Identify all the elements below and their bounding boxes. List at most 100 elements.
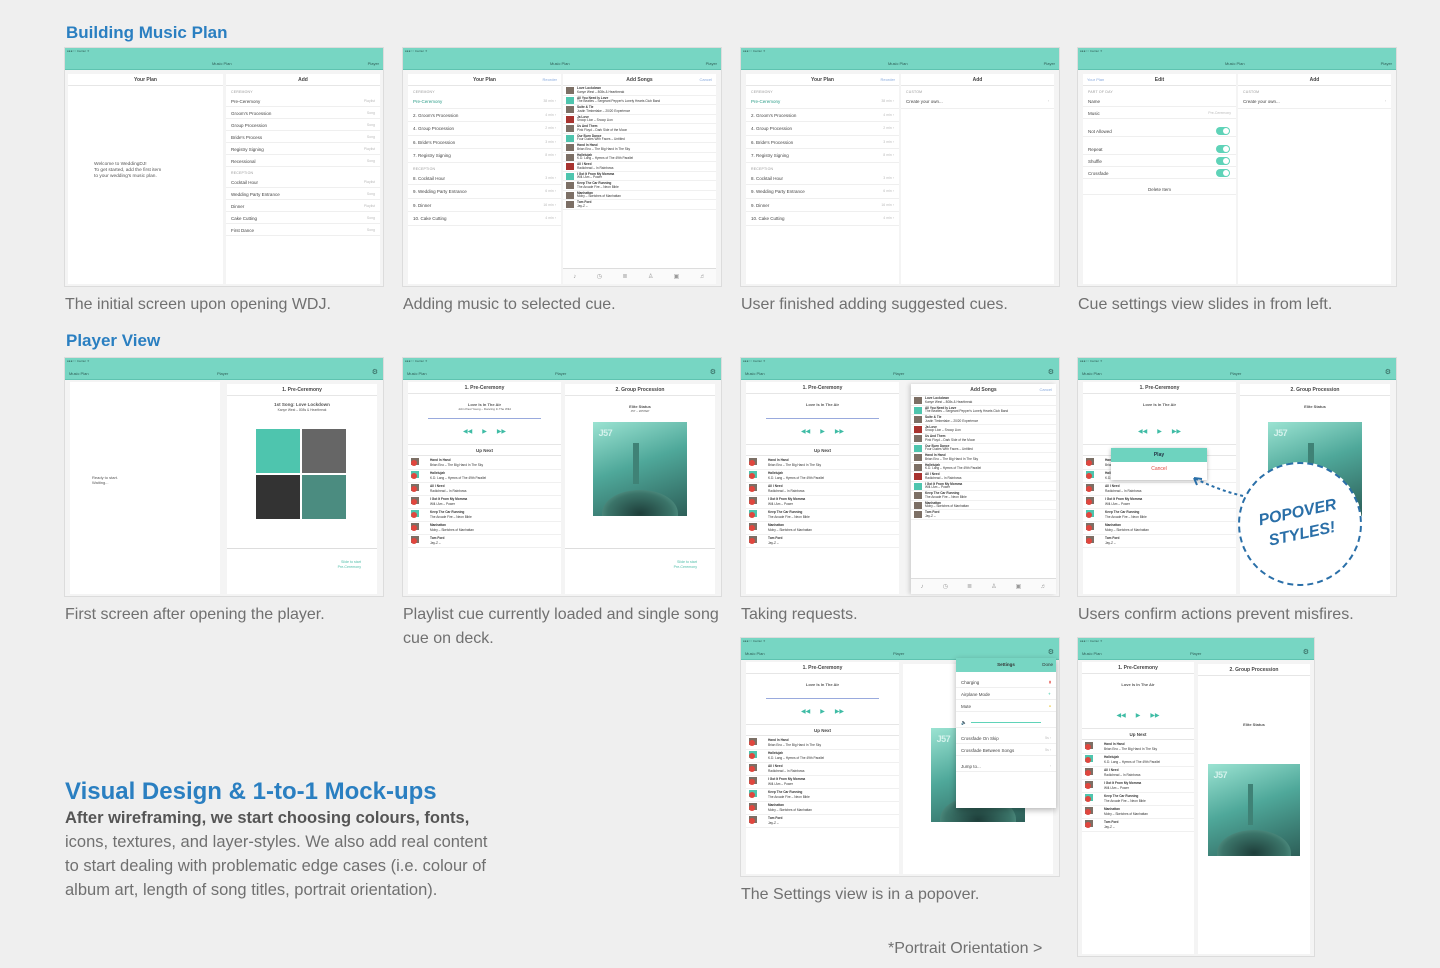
remove-icon[interactable] bbox=[749, 512, 755, 518]
queue-row[interactable]: Hand In HandBrian Eno – The Big Hand In … bbox=[1082, 741, 1194, 754]
create-custom-row[interactable]: Create your own... › bbox=[901, 95, 1054, 109]
queue-row[interactable]: Manhattan Moby – Sketches of Manhattan bbox=[746, 802, 899, 815]
queue-row[interactable]: HallelujahK.D. Lang – Hymns of The 49th … bbox=[1082, 754, 1194, 767]
portrait-link[interactable]: *Portrait Orientation > bbox=[888, 937, 1042, 961]
song-row[interactable]: Manhattan Moby – Sketches of Manhattan bbox=[911, 501, 1056, 510]
song-row[interactable]: All I Need Radiohead – In Rainbows bbox=[911, 472, 1056, 482]
song-row[interactable]: Tom Ford Jay-Z – bbox=[911, 510, 1056, 520]
cue-row[interactable]: 7. Registry Signing 8 min › bbox=[746, 149, 899, 163]
toggle[interactable] bbox=[1216, 169, 1230, 177]
cue-row[interactable]: 7. Registry Signing 8 min › bbox=[408, 149, 561, 163]
cue-row[interactable]: 2. Groom's Procession 4 min › bbox=[408, 109, 561, 122]
queue-row[interactable]: Tom Ford Jay-Z – bbox=[408, 535, 561, 548]
queue-row[interactable]: Hand In HandBrian Eno – The Big Hand In … bbox=[746, 457, 899, 470]
cue-row[interactable]: 9. Wedding Party Entrance 6 min › bbox=[746, 185, 899, 199]
add-item-row[interactable]: Cake Cutting Song bbox=[226, 212, 380, 224]
song-row[interactable]: Hallelujah K.D. Lang – Hymns of The 49th … bbox=[911, 463, 1056, 472]
queue-row[interactable]: Keep The Car Running The Arcade Fire – Ne… bbox=[746, 509, 899, 522]
toggle[interactable] bbox=[1216, 145, 1230, 153]
remove-icon[interactable] bbox=[411, 460, 417, 466]
remove-icon[interactable] bbox=[1086, 460, 1092, 466]
queue-row[interactable]: HallelujahK.D. Lang – Hymns of The 49th … bbox=[746, 750, 899, 763]
cue-row[interactable]: 6. Bride's Procession 3 min › bbox=[408, 136, 561, 149]
remove-icon[interactable] bbox=[1085, 770, 1091, 776]
volume-slider[interactable]: 🔈 bbox=[956, 716, 1056, 728]
remove-icon[interactable] bbox=[411, 486, 417, 492]
song-row[interactable]: I Got It From My Momma Will.i.Am – Power bbox=[563, 172, 716, 181]
song-row[interactable]: Ja Love Snoop Lion – Snoop Lion bbox=[911, 425, 1056, 434]
remove-icon[interactable] bbox=[1085, 757, 1091, 763]
queue-row[interactable]: HallelujahK.D. Lang – Hymns of The 49th … bbox=[746, 470, 899, 483]
song-row[interactable]: Tom Ford Jay-Z – bbox=[563, 200, 716, 210]
delete-button[interactable]: Delete Item bbox=[1083, 183, 1236, 195]
remove-icon[interactable] bbox=[749, 473, 755, 479]
add-item-row[interactable]: Wedding Party Entrance Song bbox=[226, 188, 380, 200]
play-button[interactable]: Play bbox=[1111, 448, 1207, 462]
remove-icon[interactable] bbox=[749, 818, 755, 824]
song-row[interactable]: Us And Them Pink Floyd – Dark Side of the… bbox=[911, 434, 1056, 444]
remove-icon[interactable] bbox=[749, 525, 755, 531]
toggle[interactable] bbox=[1216, 127, 1230, 135]
remove-icon[interactable] bbox=[749, 805, 755, 811]
add-item-row[interactable]: Recessional Song bbox=[226, 155, 380, 167]
song-tab-bar[interactable]: ♪ ◷ ≣ ♙ ▣ ♬ bbox=[563, 268, 716, 284]
song-row[interactable]: Keep The Car Running The Arcade Fire – Ne… bbox=[563, 181, 716, 191]
remove-icon[interactable] bbox=[749, 740, 755, 746]
cue-row[interactable]: 9. Wedding Party Entrance 6 min › bbox=[408, 185, 561, 199]
remove-icon[interactable] bbox=[411, 525, 417, 531]
add-item-row[interactable]: Group Procession Song bbox=[226, 119, 380, 131]
queue-row[interactable]: Hand In HandBrian Eno – The Big Hand In … bbox=[408, 457, 561, 470]
song-row[interactable]: Suite & Tie Justin Timberlake – 20/20 Exp… bbox=[563, 105, 716, 115]
queue-row[interactable]: Tom Ford Jay-Z – bbox=[746, 535, 899, 548]
remove-icon[interactable] bbox=[749, 792, 755, 798]
remove-icon[interactable] bbox=[749, 460, 755, 466]
queue-row[interactable]: Tom Ford Jay-Z – bbox=[1082, 819, 1194, 832]
song-row[interactable]: Ja Love Snoop Lion – Snoop Lion bbox=[563, 115, 716, 124]
transport-controls[interactable]: ◀◀ ▶ ▶▶ bbox=[408, 428, 561, 435]
add-item-row[interactable]: Bride's Process Song bbox=[226, 131, 380, 143]
cue-row[interactable]: 8. Cocktail Hour 3 min › bbox=[408, 172, 561, 185]
add-item-row[interactable]: Dinner Playlist bbox=[226, 200, 380, 212]
remove-icon[interactable] bbox=[411, 512, 417, 518]
song-row[interactable]: Manhattan Moby – Sketches of Manhattan bbox=[563, 191, 716, 200]
song-row[interactable]: Hand In Hand Brian Eno – The Big Hand In … bbox=[563, 143, 716, 153]
cue-row[interactable]: 2. Groom's Procession 4 min › bbox=[746, 109, 899, 122]
queue-row[interactable]: Manhattan Moby – Sketches of Manhattan bbox=[1083, 522, 1236, 535]
remove-icon[interactable] bbox=[1086, 512, 1092, 518]
song-row[interactable]: All You Need Is Love The Beatles – Sergea… bbox=[911, 406, 1056, 415]
remove-icon[interactable] bbox=[1085, 744, 1091, 750]
remove-icon[interactable] bbox=[749, 538, 755, 544]
remove-icon[interactable] bbox=[411, 538, 417, 544]
song-row[interactable]: All You Need Is Love The Beatles – Sergea… bbox=[563, 96, 716, 105]
cue-row[interactable]: 9. Dinner 16 min › bbox=[408, 199, 561, 212]
queue-row[interactable]: I Got It From My Momma Will.i.Am – Power bbox=[1082, 780, 1194, 793]
add-item-row[interactable]: Pre-Ceremony Playlist bbox=[226, 95, 380, 107]
remove-icon[interactable] bbox=[1086, 525, 1092, 531]
song-row[interactable]: All I Need Radiohead – In Rainbows bbox=[563, 162, 716, 172]
song-row[interactable]: Hallelujah K.D. Lang – Hymns of The 49th … bbox=[563, 153, 716, 162]
song-row[interactable]: Hand In Hand Brian Eno – The Big Hand In … bbox=[911, 453, 1056, 463]
queue-row[interactable]: All I Need Radiohead – In Rainbows bbox=[746, 763, 899, 776]
cue-row[interactable]: 4. Group Procession 2 min › bbox=[408, 122, 561, 136]
queue-row[interactable]: Hand In HandBrian Eno – The Big Hand In … bbox=[746, 737, 899, 750]
song-row[interactable]: Us And Them Pink Floyd – Dark Side of the… bbox=[563, 124, 716, 134]
cue-row[interactable]: 8. Cocktail Hour 3 min › bbox=[746, 172, 899, 185]
remove-icon[interactable] bbox=[1086, 499, 1092, 505]
cue-row[interactable]: Pre-Ceremony 38 min › bbox=[746, 95, 899, 109]
queue-row[interactable]: Keep The Car Running The Arcade Fire – Ne… bbox=[1082, 793, 1194, 806]
remove-icon[interactable] bbox=[749, 753, 755, 759]
queue-row[interactable]: I Got It From My Momma Will.i.Am – Power bbox=[746, 776, 899, 789]
remove-icon[interactable] bbox=[749, 499, 755, 505]
add-item-row[interactable]: Cocktail Hour Playlist bbox=[226, 176, 380, 188]
remove-icon[interactable] bbox=[411, 499, 417, 505]
remove-icon[interactable] bbox=[749, 779, 755, 785]
cue-row[interactable]: 9. Dinner 16 min › bbox=[746, 199, 899, 212]
remove-icon[interactable] bbox=[1086, 486, 1092, 492]
cue-row[interactable]: 6. Bride's Procession 3 min › bbox=[746, 136, 899, 149]
remove-icon[interactable] bbox=[1085, 822, 1091, 828]
cue-row[interactable]: Pre-Ceremony 38 min › bbox=[408, 95, 561, 109]
queue-row[interactable]: Tom Ford Jay-Z – bbox=[746, 815, 899, 828]
cue-row[interactable]: 10. Cake Cutting 4 min › bbox=[746, 212, 899, 226]
queue-row[interactable]: All I Need Radiohead – In Rainbows bbox=[746, 483, 899, 496]
queue-row[interactable]: Tom Ford Jay-Z – bbox=[1083, 535, 1236, 548]
